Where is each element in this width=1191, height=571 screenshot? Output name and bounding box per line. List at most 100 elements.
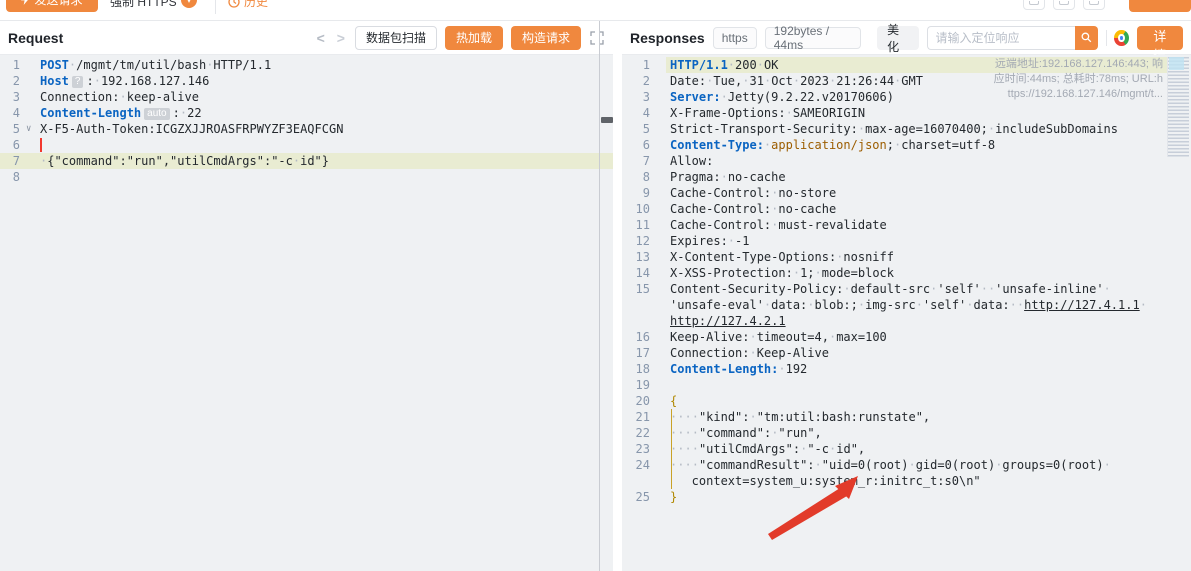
response-panel: Responses https 192bytes / 44ms 美化 详情 远端… <box>622 21 1191 571</box>
code-line: 5∨X-F5-Auth-Token:ICGZXJJROASFRPWYZF3EAQ… <box>0 121 613 137</box>
response-editor[interactable]: 远端地址:192.168.127.146:443; 响应时间:44ms; 总耗时… <box>622 55 1191 571</box>
line-number: 21 <box>622 409 650 425</box>
line-number: 16 <box>622 329 650 345</box>
clock-icon <box>228 0 240 8</box>
line-number: 6 <box>622 137 650 153</box>
line-number: 24 <box>622 457 650 473</box>
toolbar-icon-button-1[interactable] <box>1023 0 1045 10</box>
force-https-toggle[interactable]: ▾ <box>181 0 197 8</box>
code-line: 22····"command":·"run", <box>622 425 1191 441</box>
code-line: 9Cache-Control:·no-store <box>622 185 1191 201</box>
response-panel-header: Responses https 192bytes / 44ms 美化 详情 <box>622 21 1191 55</box>
request-panel: Request < > 数据包扫描 热加载 构造请求 1POST·/mgmt/t… <box>0 21 613 571</box>
beautify-button[interactable]: 美化 <box>877 26 918 50</box>
toolbar-icon-button-2[interactable] <box>1053 0 1075 10</box>
line-number: 9 <box>622 185 650 201</box>
next-request-button[interactable]: > <box>335 30 347 46</box>
code-line: 15Content-Security-Policy:·default-src·'… <box>622 281 1191 297</box>
code-line: 12Expires:·-1 <box>622 233 1191 249</box>
code-line: 13X-Content-Type-Options:·nosniff <box>622 249 1191 265</box>
line-number: 4 <box>622 105 650 121</box>
fullscreen-button[interactable] <box>589 30 605 46</box>
packet-scan-button[interactable]: 数据包扫描 <box>355 26 437 50</box>
protocol-tag: https <box>713 27 757 49</box>
request-panel-header: Request < > 数据包扫描 热加载 构造请求 <box>0 21 613 55</box>
code-line: 5Strict-Transport-Security:·max-age=1607… <box>622 121 1191 137</box>
top-toolbar: 发送请求 强制 HTTPS ▾ 历史 <box>0 0 1191 21</box>
prev-request-button[interactable]: < <box>315 30 327 46</box>
line-number: 10 <box>622 201 650 217</box>
force-https-label: 强制 HTTPS <box>110 0 177 10</box>
line-number: 2 <box>0 73 20 89</box>
line-number: 8 <box>0 169 20 185</box>
code-line: 25} <box>622 489 1191 505</box>
line-number: 8 <box>622 169 650 185</box>
history-button[interactable]: 历史 <box>228 0 268 10</box>
scrollbar-thumb[interactable] <box>601 117 613 123</box>
line-number: 20 <box>622 393 650 409</box>
construct-request-button[interactable]: 构造请求 <box>511 26 581 50</box>
line-number: 2 <box>622 73 650 89</box>
search-button[interactable] <box>1075 26 1098 50</box>
code-line: 4Content-Lengthauto:·22 <box>0 105 613 121</box>
response-search <box>927 26 1098 50</box>
line-number: 18 <box>622 361 650 377</box>
line-number: 1 <box>622 57 650 73</box>
line-number: 17 <box>622 345 650 361</box>
code-line: 20{ <box>622 393 1191 409</box>
code-line: 1POST·/mgmt/tm/util/bash·HTTP/1.1 <box>0 57 613 73</box>
corner-action-button[interactable] <box>1129 0 1191 12</box>
line-number: 7 <box>622 153 650 169</box>
minimap[interactable] <box>1167 57 1189 157</box>
request-editor[interactable]: 1POST·/mgmt/tm/util/bash·HTTP/1.12Host?:… <box>0 55 613 571</box>
line-number: 22 <box>622 425 650 441</box>
response-title: Responses <box>630 30 705 46</box>
code-line: 19 <box>622 377 1191 393</box>
code-line: 7Allow: <box>622 153 1191 169</box>
size-time-tag: 192bytes / 44ms <box>765 27 861 49</box>
line-number: 12 <box>622 233 650 249</box>
toolbar-icon-button-3[interactable] <box>1083 0 1105 10</box>
line-number: 11 <box>622 217 650 233</box>
code-line: 16Keep-Alive:·timeout=4,·max=100 <box>622 329 1191 345</box>
response-meta-overlay: 远端地址:192.168.127.146:443; 响应时间:44ms; 总耗时… <box>953 57 1163 102</box>
line-number: 6 <box>0 137 20 153</box>
code-line: 11Cache-Control:·must-revalidate <box>622 217 1191 233</box>
line-number: 13 <box>622 249 650 265</box>
line-number: 5 <box>622 121 650 137</box>
code-line: 10Cache-Control:·no-cache <box>622 201 1191 217</box>
code-line: http://127.4.2.1 <box>622 313 1191 329</box>
code-line: 4X-Frame-Options:·SAMEORIGIN <box>622 105 1191 121</box>
line-number: 1 <box>0 57 20 73</box>
lightning-icon <box>21 0 30 5</box>
search-icon <box>1081 31 1092 44</box>
detail-button[interactable]: 详情 <box>1137 26 1183 50</box>
line-number: 4 <box>0 105 20 121</box>
code-line: 6Content-Type:·application/json;·charset… <box>622 137 1191 153</box>
code-line: 6 <box>0 137 613 153</box>
history-label: 历史 <box>244 0 268 10</box>
code-line: 23····"utilCmdArgs":·"-c·id", <box>622 441 1191 457</box>
line-number: 25 <box>622 489 650 505</box>
chrome-icon[interactable] <box>1114 30 1128 46</box>
send-request-button[interactable]: 发送请求 <box>6 0 98 12</box>
toolbar-divider <box>215 0 216 14</box>
header-divider <box>1106 30 1107 46</box>
response-meta-line: 远端地址:192.168.127.146:443; 响 <box>953 57 1163 72</box>
line-number: 3 <box>622 89 650 105</box>
line-number: 14 <box>622 265 650 281</box>
line-number: 15 <box>622 281 650 297</box>
fold-chevron-icon[interactable]: ∨ <box>26 121 31 137</box>
code-line: 14X-XSS-Protection:·1;·mode=block <box>622 265 1191 281</box>
code-line: 'unsafe-eval'·data:·blob:;·img-src·'self… <box>622 297 1191 313</box>
response-search-input[interactable] <box>927 26 1075 50</box>
response-meta-line: 应时间:44ms; 总耗时:78ms; URL:h <box>953 72 1163 87</box>
code-line: 2Host?:·192.168.127.146 <box>0 73 613 89</box>
code-line: 7·{"command":"run","utilCmdArgs":"-c·id"… <box>0 153 613 169</box>
panel-splitter[interactable] <box>613 21 622 571</box>
code-line: 24····"commandResult":·"uid=0(root)·gid=… <box>622 457 1191 473</box>
code-line: 8Pragma:·no-cache <box>622 169 1191 185</box>
line-number: 19 <box>622 377 650 393</box>
hot-reload-button[interactable]: 热加载 <box>445 26 503 50</box>
code-line: 17Connection:·Keep-Alive <box>622 345 1191 361</box>
